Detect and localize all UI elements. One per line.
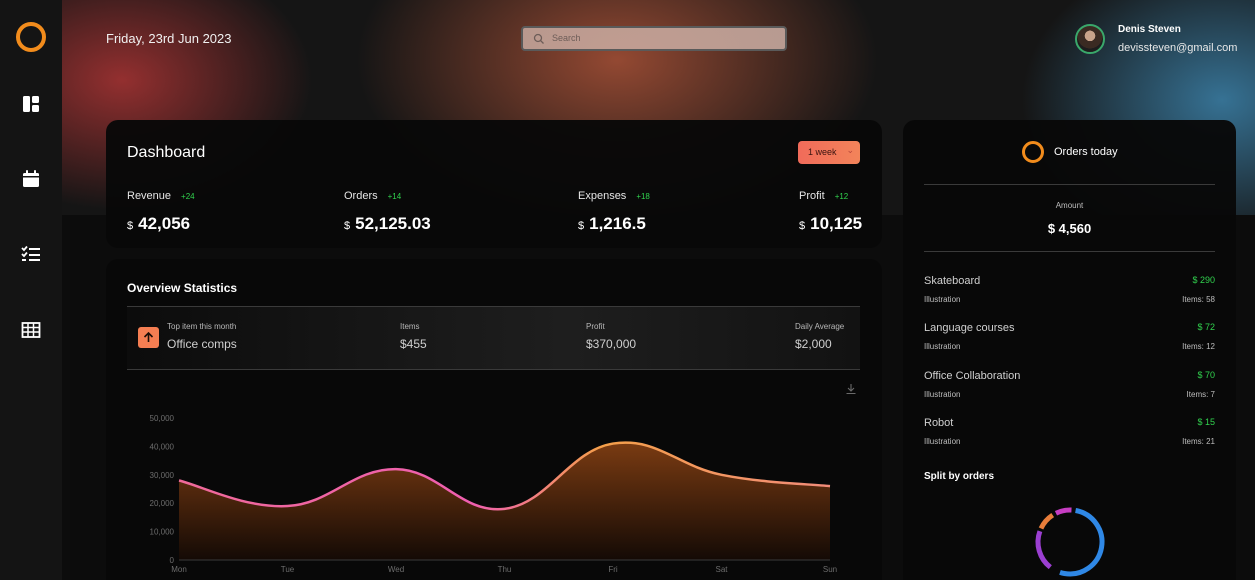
divider [924,251,1215,252]
search-icon [533,33,544,44]
donut-segment [1035,507,1105,577]
metric-orders: Orders +14 $52,125.03 [344,186,431,234]
x-tick-label: Fri [608,565,618,574]
product-name: Robot [924,417,954,429]
product-category: Illustration [924,390,961,399]
y-tick-label: 50,000 [150,414,175,423]
avatar[interactable] [1075,24,1105,54]
amount-label: Amount [1055,201,1084,210]
metric-profit: Profit +12 $10,125 [799,186,862,234]
list-item[interactable]: Language courses $ 72 Illustration Items… [924,322,1215,362]
metric-expenses: Expenses +18 $1,216.5 [578,186,650,234]
table-icon[interactable] [19,318,43,342]
list-item[interactable]: Robot $ 15 Illustration Items: 21 [924,417,1215,457]
metric-currency: $ [799,220,806,232]
product-items: Items: 12 [1182,342,1215,351]
chevron-down-icon: ⌄ [846,145,854,155]
donut-segment [1035,507,1105,577]
search-input[interactable]: Search [521,26,787,51]
calendar-icon[interactable] [19,167,43,191]
chart-area-fill [179,442,830,560]
period-label: 1 week [808,147,837,157]
layout-icon[interactable] [19,92,43,116]
ring-icon [1022,141,1044,163]
split-donut-chart [1035,507,1105,577]
metric-label: Expenses [578,190,627,202]
orders-today-card: Orders today Amount $ 4,560 Skateboard $… [903,120,1236,580]
product-price: $ 290 [1192,275,1215,285]
product-category: Illustration [924,295,961,304]
x-tick-label: Mon [171,565,187,574]
metric-value: 52,125.03 [355,214,431,233]
sidebar [0,0,62,580]
product-items: Items: 7 [1186,390,1215,399]
split-title: Split by orders [924,471,995,482]
x-tick-label: Sat [715,565,728,574]
period-dropdown[interactable]: 1 week ⌄ [798,141,860,164]
x-tick-label: Sun [823,565,837,574]
user-email: devissteven@gmail.com [1118,42,1238,54]
donut-segment [1035,507,1105,577]
list-item[interactable]: Office Collaboration $ 70 Illustration I… [924,370,1215,410]
search-placeholder: Search [552,33,581,43]
current-date: Friday, 23rd Jun 2023 [106,31,232,46]
amount-value: $ 4,560 [1047,221,1092,236]
product-category: Illustration [924,437,961,446]
metric-label: Profit [799,190,825,202]
y-tick-label: 40,000 [150,442,175,451]
metric-change: +24 [181,192,195,201]
logo-icon[interactable] [16,22,46,52]
x-tick-label: Thu [498,565,512,574]
donut-segment [1035,507,1105,577]
metric-currency: $ [578,220,585,232]
x-tick-label: Tue [281,565,295,574]
metric-value: 10,125 [810,214,863,233]
metric-label: Orders [344,190,378,202]
metric-change: +14 [387,192,402,201]
product-price: $ 72 [1197,322,1215,332]
product-category: Illustration [924,342,961,351]
product-name: Skateboard [924,275,981,287]
metric-change: +12 [834,192,849,201]
metric-label: Revenue [127,190,172,202]
metric-revenue: Revenue +24 $42,056 [127,186,195,234]
overview-card: Overview Statistics Top item this month … [106,259,882,580]
y-tick-label: 20,000 [150,499,175,508]
metric-currency: $ [127,220,134,232]
y-tick-label: 0 [170,556,175,565]
metric-currency: $ [344,220,351,232]
product-name: Language courses [924,322,1015,334]
product-items: Items: 58 [1182,295,1215,304]
product-price: $ 70 [1197,370,1215,380]
x-tick-label: Wed [388,565,404,574]
checklist-icon[interactable] [19,242,43,266]
product-name: Office Collaboration [924,370,1021,382]
y-tick-label: 10,000 [150,528,175,537]
metric-value: 1,216.5 [589,214,646,233]
page-title: Dashboard [127,144,206,161]
dashboard-card: Dashboard 1 week ⌄ Revenue +24 $42,056 Or… [106,120,882,248]
divider [924,184,1215,185]
overview-area-chart: 0 10,000 20,000 30,000 40,000 50,000 Mon Tue Wed… [150,414,838,574]
list-item[interactable]: Skateboard $ 290 Illustration Items: 58 [924,275,1215,315]
y-tick-label: 30,000 [150,471,175,480]
product-price: $ 15 [1197,417,1215,427]
metric-value: 42,056 [138,214,191,233]
product-items: Items: 21 [1182,437,1215,446]
metric-change: +18 [636,192,650,201]
orders-title: Orders today [1054,146,1118,158]
user-name: Denis Steven [1118,24,1181,35]
